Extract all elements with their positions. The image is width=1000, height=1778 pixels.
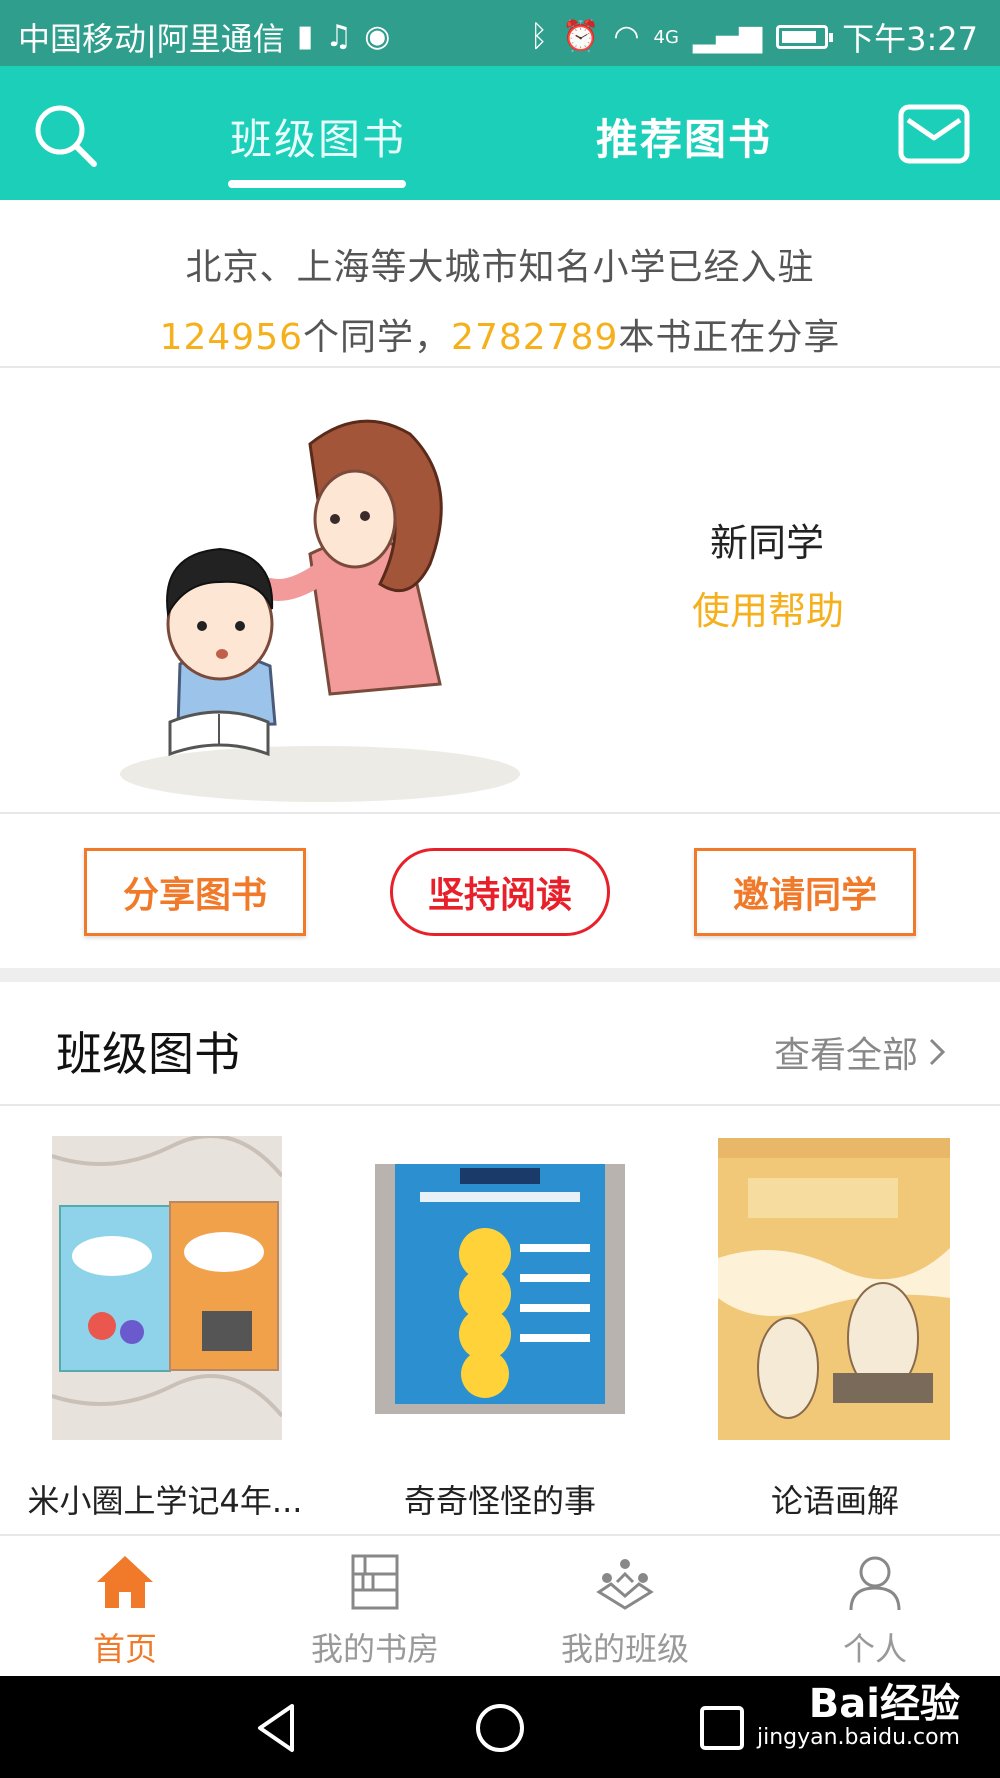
section-divider xyxy=(0,968,1000,982)
invite-classmates-button[interactable]: 邀请同学 xyxy=(694,848,916,936)
share-books-button[interactable]: 分享图书 xyxy=(84,848,306,936)
book-title: 米小圈上学记4年... xyxy=(27,1482,303,1520)
message-button[interactable] xyxy=(898,104,970,164)
view-all-label: 查看全部 xyxy=(773,1035,918,1076)
keep-reading-button[interactable]: 坚持阅读 xyxy=(390,848,610,936)
clock: 下午3:27 xyxy=(842,20,978,58)
bottom-tab-bar: 首页 我的书房 我的班级 个人 xyxy=(0,1538,1000,1676)
search-icon xyxy=(35,105,97,167)
class-icon xyxy=(596,1559,654,1610)
mail-icon xyxy=(898,104,970,164)
book-item[interactable]: 奇奇怪怪的事 xyxy=(335,1108,665,1536)
books-suffix: 本书正在分享 xyxy=(618,317,841,358)
tab-class-books[interactable]: 班级图书 xyxy=(230,106,406,167)
book-item[interactable]: 论语画解 xyxy=(670,1108,1000,1536)
active-tab-indicator xyxy=(228,180,406,188)
class-books-list: 米小圈上学记4年... 奇奇怪怪的事 论语画解 xyxy=(0,1108,1000,1536)
recents-icon[interactable] xyxy=(692,1698,752,1758)
newbie-label: 新同学 xyxy=(710,521,825,565)
watermark-brand: Bai经验 xyxy=(808,1681,960,1727)
carrier-label: 中国移动|阿里通信 xyxy=(18,20,285,58)
tab-recommended-books[interactable]: 推荐图书 xyxy=(596,106,772,167)
status-bar: 中国移动|阿里通信 ▮ ♫ ◉ ᛒ ⏰ ◠ 4G ▂▄▆ 下午3:27 xyxy=(0,0,1000,66)
alarm-icon: ⏰ xyxy=(561,19,600,54)
tab-my-study-label: 我的书房 xyxy=(310,1630,439,1668)
watermark-url: jingyan.baidu.com xyxy=(756,1725,960,1750)
class-books-header: 班级图书 查看全部 xyxy=(0,982,1000,1106)
books-count: 2782789 xyxy=(451,317,619,358)
help-link[interactable]: 使用帮助 xyxy=(692,580,844,635)
signal-icon: ▂▄▆ xyxy=(692,19,763,54)
action-buttons: 分享图书 坚持阅读 邀请同学 xyxy=(0,816,1000,968)
person-icon xyxy=(849,1556,901,1611)
book-title: 奇奇怪怪的事 xyxy=(403,1482,596,1520)
tab-profile-label: 个人 xyxy=(842,1630,907,1668)
back-icon[interactable] xyxy=(248,1698,308,1758)
wifi-icon: ◠ xyxy=(613,19,640,54)
schools-joined-text: 北京、上海等大城市知名小学已经入驻 xyxy=(185,247,815,288)
mother-child-reading-illustration xyxy=(120,419,520,802)
home-circle-icon[interactable] xyxy=(470,1698,530,1758)
app-notification-icon: ◉ xyxy=(364,19,391,54)
bluetooth-icon: ᛒ xyxy=(529,19,548,54)
network-type-label: 4G xyxy=(653,26,679,48)
battery-icon xyxy=(776,25,834,49)
chevron-right-icon xyxy=(929,1038,946,1066)
stats-banner: 北京、上海等大城市知名小学已经入驻 124956个同学，2782789本书正在分… xyxy=(0,200,1000,368)
book-cover-image xyxy=(375,1164,625,1414)
students-count: 124956 xyxy=(159,317,304,358)
top-nav: 班级图书 推荐图书 xyxy=(0,66,1000,200)
book-cover-image xyxy=(52,1136,282,1440)
tab-my-study[interactable]: 我的书房 xyxy=(250,1538,500,1676)
music-icon: ♫ xyxy=(325,19,353,54)
book-title: 论语画解 xyxy=(770,1482,899,1520)
sharing-stats-text: 124956个同学，2782789本书正在分享 xyxy=(0,308,1000,360)
view-all-link[interactable]: 查看全部 xyxy=(774,1026,946,1078)
tab-profile[interactable]: 个人 xyxy=(750,1538,1000,1676)
book-item[interactable]: 米小圈上学记4年... xyxy=(0,1108,330,1536)
tab-my-class-label: 我的班级 xyxy=(560,1630,689,1668)
bookshelf-icon xyxy=(351,1554,399,1610)
watermark: Bai经验 jingyan.baidu.com xyxy=(757,1682,960,1750)
tab-my-class[interactable]: 我的班级 xyxy=(500,1538,750,1676)
tab-home[interactable]: 首页 xyxy=(0,1538,250,1676)
search-button[interactable] xyxy=(30,100,102,172)
students-suffix: 个同学， xyxy=(303,317,452,358)
home-icon xyxy=(97,1556,153,1608)
book-cover-image xyxy=(718,1138,950,1440)
sim-icon: ▮ xyxy=(296,19,314,54)
tab-home-label: 首页 xyxy=(92,1630,157,1668)
system-nav-bar: Bai经验 jingyan.baidu.com xyxy=(0,1676,1000,1778)
help-banner[interactable]: 新同学 使用帮助 xyxy=(0,370,1000,814)
section-title: 班级图书 xyxy=(56,1027,240,1081)
